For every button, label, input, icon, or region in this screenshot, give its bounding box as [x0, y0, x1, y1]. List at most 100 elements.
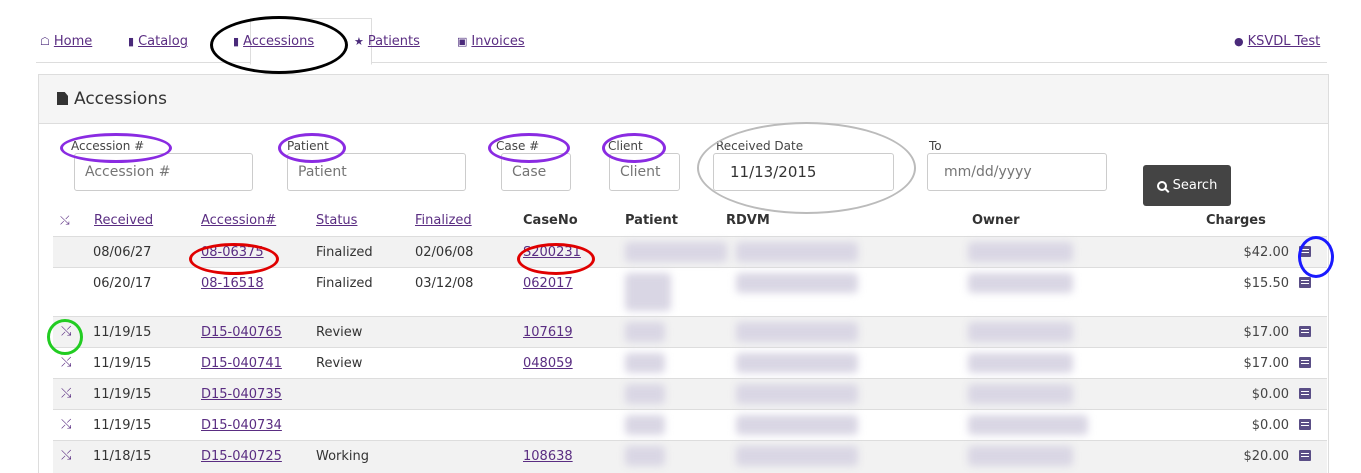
accession-label: Accession #: [71, 139, 145, 153]
redacted-patient: [625, 322, 665, 342]
nav-patients-label: Patients: [367, 34, 420, 49]
cell-charges: $17.00: [1243, 356, 1290, 371]
client-input[interactable]: [609, 153, 680, 191]
cell-status: Working: [316, 449, 370, 464]
accession-input[interactable]: [74, 153, 253, 191]
invoice-detail-icon[interactable]: [1299, 450, 1311, 461]
invoice-detail-icon[interactable]: [1299, 277, 1311, 288]
table-row[interactable]: ⤯ 11/19/15 D15-040741 Review 048059 $17.…: [53, 347, 1327, 378]
table-row[interactable]: ⤯ 11/19/15 D15-040735 $0.00: [53, 378, 1327, 409]
cell-accession-link[interactable]: D15-040734: [201, 418, 282, 433]
nav-user-label: KSVDL Test: [1247, 34, 1321, 49]
to-date-input[interactable]: [927, 153, 1107, 191]
cell-received: 11/19/15: [93, 418, 152, 433]
nav-home-label: Home: [53, 34, 93, 49]
book-icon: ▮: [128, 35, 135, 48]
cell-received: 11/18/15: [93, 449, 152, 464]
nav-catalog[interactable]: ▮ Catalog: [128, 34, 188, 49]
patient-input[interactable]: [287, 153, 466, 191]
nav-home[interactable]: ☖ Home: [40, 34, 92, 49]
header-rdvm: RDVM: [726, 213, 770, 228]
to-label: To: [929, 139, 942, 153]
cell-charges: $42.00: [1243, 245, 1290, 260]
cell-charges: $20.00: [1243, 449, 1290, 464]
table-row[interactable]: 06/20/17 08-16518 Finalized 03/12/08 062…: [53, 267, 1327, 316]
redacted-patient: [625, 384, 665, 404]
table-row[interactable]: ⤯ 11/19/15 D15-040765 Review 107619 $17.…: [53, 316, 1327, 347]
user-icon: ●: [1234, 35, 1244, 48]
attachment-icon[interactable]: ⤯: [61, 448, 71, 463]
redacted-rdvm: [736, 446, 858, 466]
redacted-owner: [968, 353, 1073, 373]
cell-received: 11/19/15: [93, 356, 152, 371]
table-row[interactable]: 08/06/27 08-06375 Finalized 02/06/08 S20…: [53, 236, 1327, 267]
cell-received: 11/19/15: [93, 325, 152, 340]
redacted-patient: [625, 415, 665, 435]
case-input[interactable]: [501, 153, 571, 191]
redacted-owner: [968, 446, 1073, 466]
header-charges: Charges: [1206, 213, 1266, 228]
redacted-owner: [968, 322, 1073, 342]
cell-caseno-link[interactable]: S200231: [523, 245, 581, 260]
cell-caseno-link[interactable]: 107619: [523, 325, 573, 340]
header-received[interactable]: Received: [94, 213, 153, 228]
nav-catalog-label: Catalog: [138, 34, 188, 49]
table-row[interactable]: ⤯ 11/18/15 D15-040725 Working 108638 $20…: [53, 440, 1327, 473]
cell-charges: $0.00: [1251, 387, 1289, 402]
redacted-patient: [625, 273, 671, 311]
cell-status: Finalized: [316, 245, 373, 260]
cell-status: Finalized: [316, 276, 373, 291]
redacted-patient: [625, 446, 665, 466]
cell-caseno-link[interactable]: 108638: [523, 449, 573, 464]
header-patient: Patient: [625, 213, 678, 228]
header-caseno: CaseNo: [523, 213, 578, 228]
invoice-detail-icon[interactable]: [1299, 326, 1311, 337]
header-accession[interactable]: Accession#: [201, 213, 276, 228]
redacted-rdvm: [736, 273, 858, 293]
invoice-detail-icon[interactable]: [1299, 246, 1311, 257]
redacted-owner: [968, 415, 1088, 435]
received-date-label: Received Date: [716, 139, 804, 153]
nav-accessions[interactable]: ▮ Accessions: [233, 34, 314, 49]
cell-accession-link[interactable]: D15-040725: [201, 449, 282, 464]
case-label: Case #: [496, 139, 540, 153]
invoice-detail-icon[interactable]: [1299, 388, 1311, 399]
panel-header: Accessions: [39, 75, 1328, 124]
cell-accession-link[interactable]: 08-06375: [201, 245, 264, 260]
attachment-icon[interactable]: ⤯: [61, 417, 71, 432]
file-icon: [57, 92, 68, 105]
invoice-detail-icon[interactable]: [1299, 357, 1311, 368]
client-label: Client: [608, 139, 643, 153]
cell-accession-link[interactable]: D15-040765: [201, 325, 282, 340]
nav-patients[interactable]: ★ Patients: [354, 34, 420, 49]
cell-received: 11/19/15: [93, 387, 152, 402]
search-button[interactable]: Search: [1143, 165, 1231, 206]
attachment-icon[interactable]: ⤯: [61, 355, 71, 370]
panel-title: Accessions: [57, 89, 167, 109]
header-owner: Owner: [972, 213, 1020, 228]
header-status[interactable]: Status: [316, 213, 357, 228]
search-icon: [1156, 180, 1167, 191]
top-nav: ☖ Home ▮ Catalog ▮ Accessions ★ Patients ▣ In…: [36, 0, 1327, 65]
attachment-icon[interactable]: ⤯: [61, 386, 71, 401]
attachment-icon[interactable]: ⤯: [61, 324, 71, 339]
briefcase-icon: ▣: [457, 35, 468, 48]
invoice-detail-icon[interactable]: [1299, 419, 1311, 430]
nav-invoices[interactable]: ▣ Invoices: [457, 34, 525, 49]
nav-user[interactable]: ● KSVDL Test: [1234, 34, 1320, 49]
cell-accession-link[interactable]: D15-040735: [201, 387, 282, 402]
cell-finalized: 02/06/08: [415, 245, 474, 260]
patient-label: Patient: [287, 139, 329, 153]
redacted-rdvm: [736, 415, 858, 435]
redacted-patient: [625, 242, 727, 262]
received-date-input[interactable]: [713, 153, 894, 191]
redacted-rdvm: [736, 322, 858, 342]
cell-caseno-link[interactable]: 048059: [523, 356, 573, 371]
cell-caseno-link[interactable]: 062017: [523, 276, 573, 291]
cell-accession-link[interactable]: D15-040741: [201, 356, 282, 371]
table-row[interactable]: ⤯ 11/19/15 D15-040734 $0.00: [53, 409, 1327, 440]
panel-title-label: Accessions: [74, 89, 167, 109]
cell-accession-link[interactable]: 08-16518: [201, 276, 264, 291]
search-button-label: Search: [1172, 178, 1218, 193]
header-finalized[interactable]: Finalized: [415, 213, 472, 228]
